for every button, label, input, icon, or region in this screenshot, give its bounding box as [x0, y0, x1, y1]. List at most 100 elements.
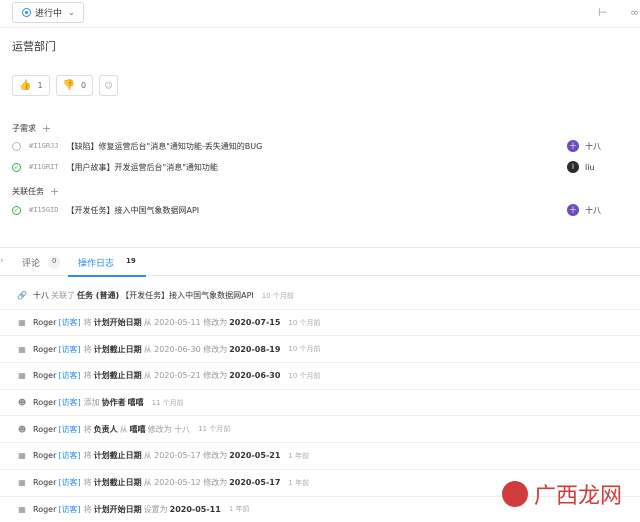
list-item[interactable]: ✓ #I15GID 【开发任务】接入中国气象数据网API 十 十八 — [12, 202, 628, 218]
calendar-icon: ▦ — [18, 318, 26, 328]
list-item[interactable]: ✓ #I1GRIT 【用户故事】开发运营后台"消息"通知功能 l liu — [12, 159, 628, 175]
log-new-value: 修改为 十八 — [147, 424, 191, 434]
status-dropdown[interactable]: 进行中 ⌄ — [12, 2, 84, 23]
item-title[interactable]: 【开发任务】接入中国气象数据网API — [67, 205, 200, 216]
thumbs-down-icon: 👎 — [62, 80, 75, 91]
log-field: 计划截止日期 — [93, 371, 142, 381]
log-new-value: 嘻嘻 — [127, 398, 144, 408]
log-field: 计划开始日期 — [93, 318, 142, 328]
smile-icon: ☺ — [104, 81, 113, 90]
log-action: 将 — [83, 371, 92, 381]
log-role: [访客] — [58, 371, 81, 381]
branch-icon[interactable]: ⊢ — [598, 6, 608, 19]
log-change: 从 — [119, 424, 128, 434]
log-action: 将 — [83, 424, 92, 434]
log-role: [访客] — [58, 424, 81, 434]
log-user[interactable]: Roger — [33, 425, 56, 434]
link-icon: 🔗 — [17, 291, 27, 301]
log-new-value: 2020-05-17 — [229, 478, 281, 488]
log-change: 从 2020-06-30 修改为 — [143, 344, 228, 354]
log-new-value: 2020-05-21 — [229, 451, 281, 461]
log-user[interactable]: Roger — [33, 505, 56, 514]
sub-requirements-header: 子需求 + — [12, 122, 51, 135]
log-time: 11 个月前 — [151, 398, 184, 407]
dislike-button[interactable]: 👎 0 — [55, 75, 94, 96]
log-old-value: 嘻嘻 — [129, 424, 146, 434]
dislike-count: 0 — [81, 81, 87, 90]
watermark-logo-icon — [501, 481, 528, 507]
top-bar: 进行中 ⌄ ⊢ ∞ — [0, 0, 640, 28]
done-status-icon: ✓ — [12, 205, 21, 215]
log-change: 从 2020-05-17 修改为 — [143, 451, 228, 461]
log-action: 将 — [83, 344, 92, 354]
assignee: 十 十八 — [567, 204, 601, 216]
log-user[interactable]: Roger — [33, 478, 56, 487]
log-time: 10 个月前 — [288, 318, 321, 327]
log-new-value: 2020-07-15 — [229, 318, 281, 328]
log-role: [访客] — [58, 504, 81, 514]
like-button[interactable]: 👍 1 — [12, 75, 50, 96]
tab-count: 19 — [126, 257, 136, 265]
tab-comments[interactable]: 评论 0 — [22, 256, 61, 269]
log-action: 将 — [83, 451, 92, 461]
reaction-bar: 👍 1 👎 0 ☺ — [12, 75, 119, 96]
done-status-icon: ✓ — [12, 162, 21, 172]
add-reaction-button[interactable]: ☺ — [99, 75, 119, 96]
log-entry: ☻ Roger [访客] 将 负责人 从 嘻嘻 修改为 十八 11 个月前 — [0, 416, 640, 444]
log-entry: ▦ Roger [访客] 将 计划开始日期 从 2020-05-11 修改为 2… — [0, 310, 640, 337]
log-time: 10 个月前 — [288, 345, 321, 354]
log-time: 10 个月前 — [261, 291, 294, 300]
log-entry: ☻ Roger [访客] 添加 协作者 嘻嘻 11 个月前 — [0, 390, 640, 417]
chevron-down-icon: ⌄ — [68, 8, 75, 17]
log-field: 计划开始日期 — [93, 504, 142, 514]
item-title[interactable]: 【缺陷】修复运营后台"消息"通知功能-丢失通知的BUG — [67, 141, 263, 152]
log-action: 将 — [83, 478, 92, 488]
log-role: [访客] — [58, 478, 81, 488]
log-change: 从 2020-05-21 修改为 — [143, 371, 228, 381]
log-time: 1 年前 — [288, 451, 310, 460]
thumbs-up-icon: 👍 — [19, 80, 32, 91]
log-change: 设置为 — [143, 504, 168, 514]
tab-bar: › 评论 0 操作日志 19 — [0, 248, 640, 276]
log-user[interactable]: Roger — [33, 318, 56, 327]
link-icon[interactable]: ∞ — [630, 6, 639, 19]
avatar: l — [567, 161, 579, 173]
sub-requirements-label: 子需求 — [12, 124, 36, 133]
active-tab-indicator — [68, 275, 146, 277]
log-target[interactable]: 【开发任务】接入中国气象数据网API — [121, 290, 254, 301]
chevron-right-icon[interactable]: › — [0, 256, 4, 266]
add-sub-requirement-icon[interactable]: + — [42, 122, 51, 135]
user-add-icon: ☻ — [17, 424, 27, 434]
log-user[interactable]: Roger — [33, 371, 56, 380]
log-user[interactable]: Roger — [33, 345, 56, 354]
item-code: #I1GRIT — [29, 163, 59, 171]
log-role: [访客] — [58, 344, 81, 354]
watermark: 广西龙网 — [501, 478, 622, 510]
log-user[interactable]: Roger — [33, 451, 56, 460]
list-item[interactable]: ✓ #I1GRJJ 【缺陷】修复运营后台"消息"通知功能-丢失通知的BUG 十 … — [12, 138, 628, 154]
add-related-task-icon[interactable]: + — [50, 185, 59, 198]
log-user[interactable]: Roger — [33, 398, 56, 407]
item-title[interactable]: 【用户故事】开发运营后台"消息"通知功能 — [67, 162, 218, 173]
log-field: 计划截止日期 — [93, 478, 142, 488]
open-status-icon: ✓ — [12, 141, 21, 151]
avatar: 十 — [567, 140, 579, 152]
assignee: l liu — [567, 161, 595, 173]
log-field: 计划截止日期 — [93, 344, 142, 354]
tab-operation-log[interactable]: 操作日志 19 — [78, 256, 140, 269]
status-label: 进行中 — [35, 9, 63, 19]
log-new-value: 2020-05-11 — [169, 504, 221, 514]
log-role: [访客] — [58, 318, 81, 328]
log-user[interactable]: 十八 — [33, 290, 49, 301]
calendar-check-icon: ▦ — [18, 371, 26, 381]
log-action: 将 — [83, 504, 92, 514]
assignee-name: 十八 — [585, 141, 601, 151]
log-field: 计划截止日期 — [93, 451, 142, 461]
log-change: 从 2020-05-12 修改为 — [143, 478, 228, 488]
tab-label: 操作日志 — [78, 259, 115, 269]
item-code: #I15GID — [29, 206, 59, 214]
page-title: 运营部门 — [12, 40, 56, 53]
calendar-check-icon: ▦ — [18, 478, 26, 488]
log-field: 协作者 — [101, 398, 126, 408]
log-role: [访客] — [58, 451, 81, 461]
